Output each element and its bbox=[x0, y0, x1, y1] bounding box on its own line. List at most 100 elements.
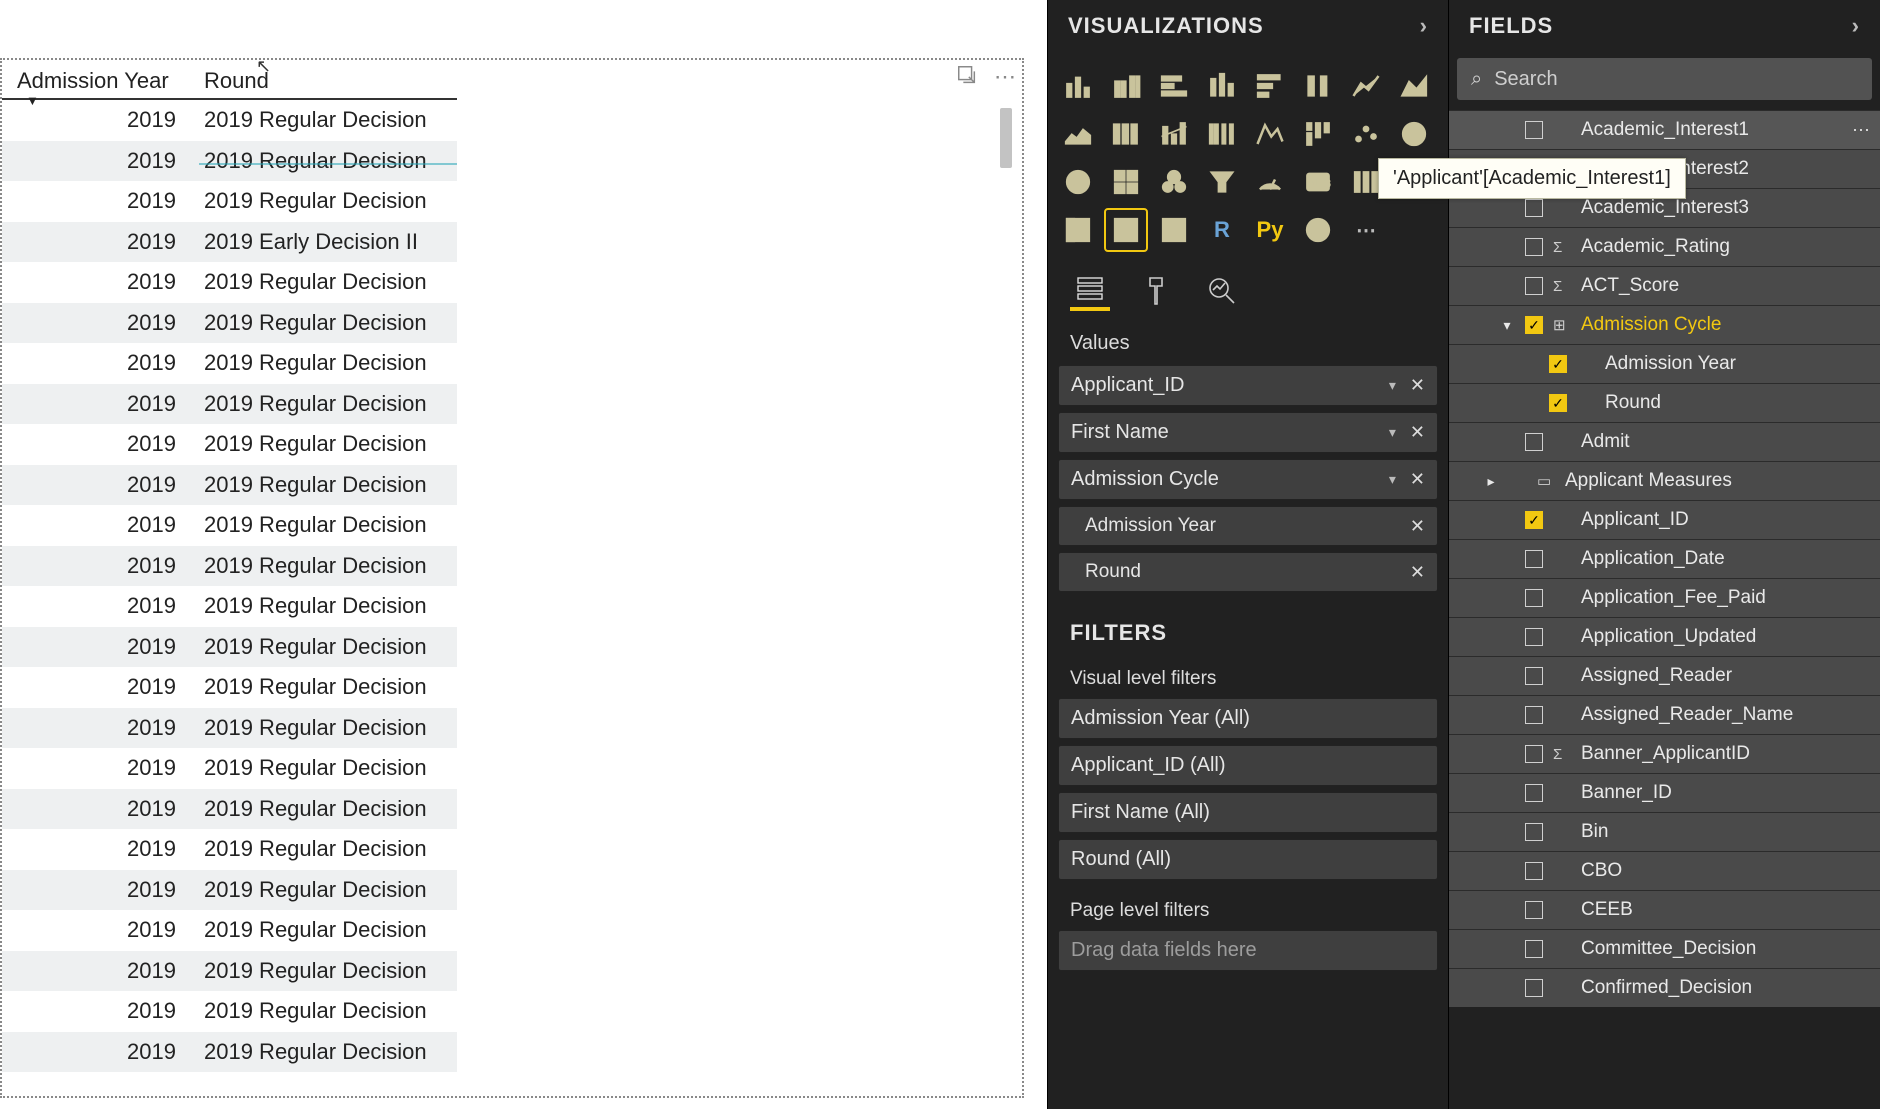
vis-type-icon[interactable]: ⋯ bbox=[1346, 210, 1386, 250]
expand-icon[interactable]: ▸ bbox=[1483, 473, 1499, 490]
table-row[interactable]: 20192019 Regular Decision bbox=[2, 424, 457, 465]
fields-search[interactable]: ⌕ bbox=[1457, 58, 1872, 100]
remove-icon[interactable]: ✕ bbox=[1410, 516, 1425, 537]
vis-type-icon[interactable] bbox=[1202, 66, 1242, 106]
table-row[interactable]: 20192019 Regular Decision bbox=[2, 303, 457, 344]
vis-type-icon[interactable] bbox=[1346, 114, 1386, 154]
field-item[interactable]: Assigned_Reader_Name bbox=[1449, 695, 1880, 734]
field-checkbox[interactable] bbox=[1525, 745, 1543, 763]
field-item[interactable]: Confirmed_Decision bbox=[1449, 968, 1880, 1007]
visual-filter-card[interactable]: Round (All) bbox=[1058, 839, 1438, 880]
vis-type-icon[interactable]: R bbox=[1202, 210, 1242, 250]
field-item[interactable]: CEEB bbox=[1449, 890, 1880, 929]
field-checkbox[interactable] bbox=[1525, 823, 1543, 841]
field-checkbox[interactable] bbox=[1525, 628, 1543, 646]
remove-icon[interactable]: ✕ bbox=[1410, 422, 1425, 443]
field-item[interactable]: ▾✓⊞Admission Cycle bbox=[1449, 305, 1880, 344]
field-checkbox[interactable] bbox=[1525, 862, 1543, 880]
vis-type-icon[interactable] bbox=[1202, 114, 1242, 154]
collapse-icon[interactable]: › bbox=[1420, 13, 1428, 39]
table-row[interactable]: 20192019 Regular Decision bbox=[2, 100, 457, 141]
format-tab[interactable] bbox=[1136, 271, 1176, 311]
table-row[interactable]: 20192019 Regular Decision bbox=[2, 991, 457, 1032]
table-row[interactable]: 20192019 Regular Decision bbox=[2, 951, 457, 992]
more-icon[interactable]: ⋯ bbox=[1852, 120, 1870, 141]
table-row[interactable]: 20192019 Regular Decision bbox=[2, 667, 457, 708]
field-checkbox[interactable] bbox=[1525, 199, 1543, 217]
field-checkbox[interactable] bbox=[1525, 784, 1543, 802]
field-item[interactable]: Academic_Interest1⋯ bbox=[1449, 110, 1880, 149]
table-row[interactable]: 20192019 Regular Decision bbox=[2, 708, 457, 749]
chevron-down-icon[interactable]: ▾ bbox=[1389, 424, 1396, 441]
vis-type-icon[interactable] bbox=[1154, 210, 1194, 250]
field-checkbox[interactable]: ✓ bbox=[1549, 394, 1567, 412]
field-item[interactable]: Bin bbox=[1449, 812, 1880, 851]
value-well[interactable]: Admission Year✕ bbox=[1058, 506, 1438, 546]
vis-type-icon[interactable] bbox=[1154, 66, 1194, 106]
vis-type-icon[interactable] bbox=[1058, 66, 1098, 106]
field-item[interactable]: ΣBanner_ApplicantID bbox=[1449, 734, 1880, 773]
field-item[interactable]: CBO bbox=[1449, 851, 1880, 890]
field-item[interactable]: Application_Updated bbox=[1449, 617, 1880, 656]
field-item[interactable]: ✓Round bbox=[1449, 383, 1880, 422]
field-item[interactable]: Banner_ID bbox=[1449, 773, 1880, 812]
table-row[interactable]: 20192019 Regular Decision bbox=[2, 546, 457, 587]
table-row[interactable]: 20192019 Regular Decision bbox=[2, 465, 457, 506]
vis-type-icon[interactable] bbox=[1106, 66, 1146, 106]
vis-type-icon[interactable] bbox=[1394, 66, 1434, 106]
table-row[interactable]: 20192019 Regular Decision bbox=[2, 505, 457, 546]
field-checkbox[interactable] bbox=[1525, 667, 1543, 685]
vis-type-icon[interactable] bbox=[1058, 114, 1098, 154]
field-item[interactable]: ▸▭Applicant Measures bbox=[1449, 461, 1880, 500]
field-checkbox[interactable] bbox=[1525, 979, 1543, 997]
table-row[interactable]: 20192019 Regular Decision bbox=[2, 262, 457, 303]
vis-type-icon[interactable] bbox=[1154, 114, 1194, 154]
vis-type-icon[interactable] bbox=[1106, 162, 1146, 202]
col-header-admission-year[interactable]: Admission Year ▼ bbox=[2, 68, 192, 94]
fields-tab[interactable] bbox=[1070, 271, 1110, 311]
field-checkbox[interactable] bbox=[1525, 901, 1543, 919]
field-item[interactable]: ✓Applicant_ID bbox=[1449, 500, 1880, 539]
vis-type-icon[interactable]: 123 bbox=[1298, 162, 1338, 202]
visual-filter-card[interactable]: Admission Year (All) bbox=[1058, 698, 1438, 739]
table-row[interactable]: 20192019 Regular Decision bbox=[2, 141, 457, 182]
field-checkbox[interactable]: ✓ bbox=[1525, 511, 1543, 529]
vis-type-icon[interactable] bbox=[1154, 162, 1194, 202]
field-item[interactable]: ΣACT_Score bbox=[1449, 266, 1880, 305]
remove-icon[interactable]: ✕ bbox=[1410, 469, 1425, 490]
table-row[interactable]: 20192019 Regular Decision bbox=[2, 586, 457, 627]
visual-scrollbar[interactable] bbox=[1000, 108, 1014, 1084]
field-checkbox[interactable] bbox=[1525, 238, 1543, 256]
table-row[interactable]: 20192019 Regular Decision bbox=[2, 384, 457, 425]
table-row[interactable]: 20192019 Regular Decision bbox=[2, 910, 457, 951]
table-row[interactable]: 20192019 Regular Decision bbox=[2, 870, 457, 911]
vis-type-icon[interactable] bbox=[1394, 114, 1434, 154]
field-checkbox[interactable] bbox=[1525, 589, 1543, 607]
table-row[interactable]: 20192019 Regular Decision bbox=[2, 829, 457, 870]
vis-type-icon[interactable] bbox=[1106, 210, 1146, 250]
field-checkbox[interactable] bbox=[1525, 940, 1543, 958]
field-checkbox[interactable] bbox=[1525, 277, 1543, 295]
field-checkbox[interactable] bbox=[1525, 121, 1543, 139]
field-item[interactable]: ✓Admission Year bbox=[1449, 344, 1880, 383]
field-checkbox[interactable]: ✓ bbox=[1525, 316, 1543, 334]
value-well[interactable]: Round✕ bbox=[1058, 552, 1438, 592]
collapse-icon[interactable]: › bbox=[1852, 13, 1860, 39]
field-item[interactable]: Application_Fee_Paid bbox=[1449, 578, 1880, 617]
vis-type-icon[interactable] bbox=[1250, 162, 1290, 202]
vis-type-icon[interactable] bbox=[1298, 114, 1338, 154]
field-checkbox[interactable] bbox=[1525, 550, 1543, 568]
table-row[interactable]: 20192019 Regular Decision bbox=[2, 748, 457, 789]
analytics-tab[interactable] bbox=[1202, 271, 1242, 311]
more-options-icon[interactable]: ⋯ bbox=[994, 64, 1016, 86]
visual-filter-card[interactable]: Applicant_ID (All) bbox=[1058, 745, 1438, 786]
vis-type-icon[interactable] bbox=[1298, 66, 1338, 106]
page-filters-dropzone[interactable]: Drag data fields here bbox=[1058, 930, 1438, 971]
field-item[interactable]: Assigned_Reader bbox=[1449, 656, 1880, 695]
field-item[interactable]: Admit bbox=[1449, 422, 1880, 461]
field-checkbox[interactable] bbox=[1525, 706, 1543, 724]
table-row[interactable]: 20192019 Regular Decision bbox=[2, 1032, 457, 1073]
report-canvas[interactable]: ↖ ⋯ Admission Year ▼ Round 20192019 Regu… bbox=[0, 0, 1047, 1109]
value-well[interactable]: Admission Cycle▾✕ bbox=[1058, 459, 1438, 500]
table-row[interactable]: 20192019 Regular Decision bbox=[2, 343, 457, 384]
